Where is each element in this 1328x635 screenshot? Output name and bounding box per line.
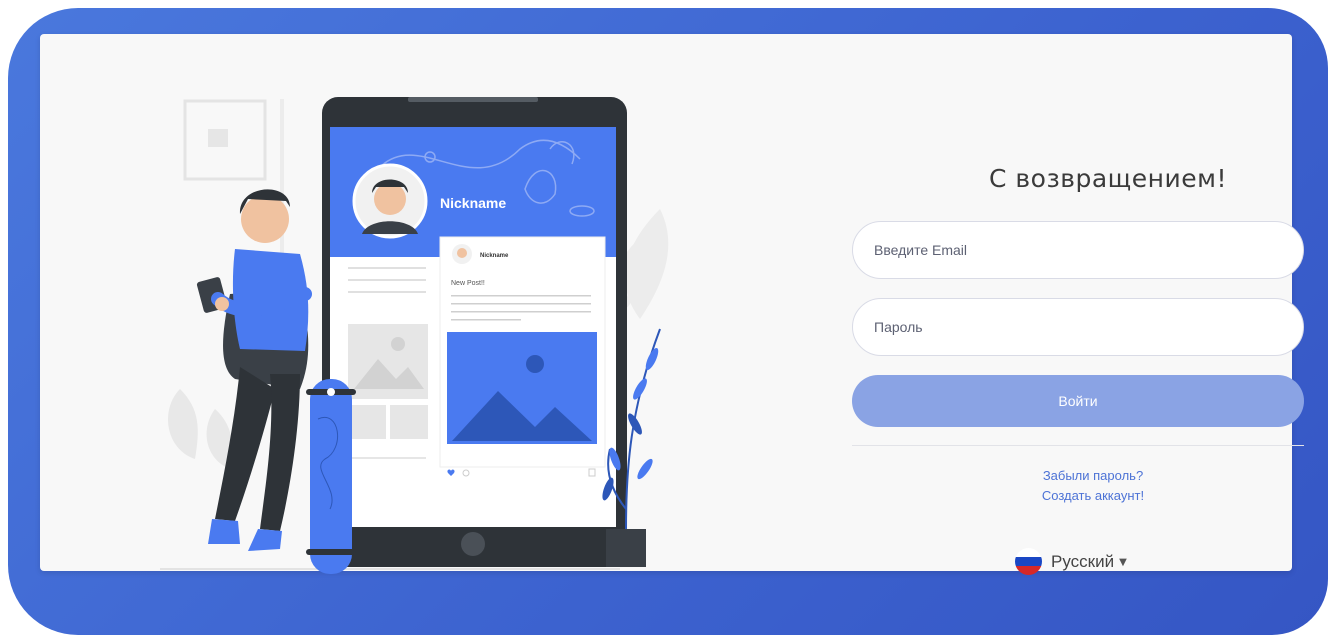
- login-card: Nickname Nickname New Post!! С возвращен…: [40, 34, 1304, 575]
- language-label: Русский: [1051, 551, 1115, 571]
- page-title: С возвращением!: [989, 164, 1227, 193]
- post-author: Nickname: [480, 253, 509, 259]
- language-selector[interactable]: Русский ▼: [1015, 548, 1127, 575]
- russia-flag-icon: [1015, 548, 1042, 575]
- email-input[interactable]: [874, 242, 1282, 258]
- profile-nickname: Nickname: [440, 195, 506, 211]
- post-text: New Post!!: [451, 280, 485, 287]
- create-account-link[interactable]: Создать аккаунт!: [882, 486, 1304, 506]
- login-form: С возвращением! Войти Забыли пароль? Соз…: [852, 154, 1304, 575]
- auth-links: Забыли пароль? Создать аккаунт!: [852, 466, 1304, 506]
- divider: [852, 445, 1304, 446]
- password-field[interactable]: [852, 298, 1304, 356]
- login-button[interactable]: Войти: [852, 375, 1304, 427]
- forgot-password-link[interactable]: Забыли пароль?: [882, 466, 1304, 486]
- email-field[interactable]: [852, 221, 1304, 279]
- chevron-down-icon: ▼: [1119, 557, 1127, 568]
- password-input[interactable]: [874, 319, 1282, 335]
- social-media-illustration: Nickname Nickname New Post!!: [160, 97, 669, 574]
